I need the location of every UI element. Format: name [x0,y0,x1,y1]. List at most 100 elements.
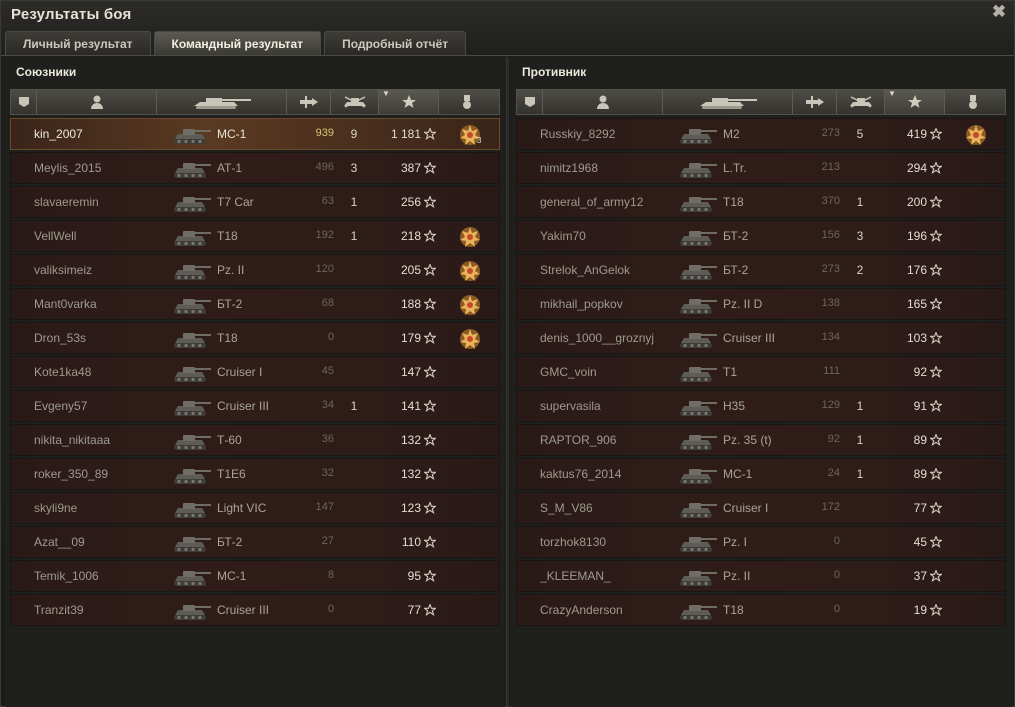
titlebar: Результаты боя ✖ [1,1,1014,27]
header-medals[interactable] [439,90,495,114]
tank-icon [675,326,719,352]
header-player[interactable] [543,90,663,114]
player-name: kaktus76_2014 [540,467,622,481]
tank-name: Pz. I [723,535,748,549]
xp-value: 103 [906,331,927,345]
player-row[interactable]: Mant0varka БТ-2 68 188 [10,288,500,320]
sort-arrow-icon: ▼ [888,89,896,98]
header-tank[interactable] [663,90,793,114]
tank-icon [169,224,213,250]
player-row[interactable]: _KLEEMAN_ Pz. II 0 37 [516,560,1006,592]
tab-bar: Личный результат Командный результат Под… [5,31,467,55]
tank-name: Pz. II [217,263,245,277]
header-xp[interactable]: ▼ [379,89,439,114]
damage-icon [299,94,319,110]
close-icon[interactable]: ✖ [991,3,1007,21]
frags-value: 1 [856,195,864,209]
player-row[interactable]: roker_350_89 T1E6 32 132 [10,458,500,490]
frags-icon [848,94,874,110]
star-icon [422,297,438,311]
tank-name: БТ-2 [217,535,243,549]
medal-icon[interactable] [458,327,482,351]
player-row[interactable]: Dron_53s T18 0 179 [10,322,500,354]
player-name: skyli9ne [34,501,78,515]
star-icon [422,229,438,243]
frags-value: 5 [856,127,864,141]
tab-team-result[interactable]: Командный результат [153,31,322,55]
tank-name: МС-1 [217,569,247,583]
xp-value: 89 [913,467,927,481]
player-name: RAPTOR_906 [540,433,617,447]
tank-icon [169,326,213,352]
player-row[interactable]: skyli9ne Light VIC 147 123 [10,492,500,524]
player-row[interactable]: Yakim70 БТ-2 156 3 196 [516,220,1006,252]
player-row[interactable]: Evgeny57 Cruiser III 34 1 141 [10,390,500,422]
player-row[interactable]: S_M_V86 Cruiser I 172 77 [516,492,1006,524]
tank-name: Pz. II D [723,297,763,311]
player-row[interactable]: denis_1000__groznyj Cruiser III 134 103 [516,322,1006,354]
player-row[interactable]: kaktus76_2014 МС-1 24 1 89 [516,458,1006,490]
damage-value: 273 [821,127,840,139]
player-row[interactable]: nikita_nikitaaa Т-60 36 132 [10,424,500,456]
player-row[interactable]: nimitz1968 L.Tr. 213 294 [516,152,1006,184]
player-row[interactable]: Temik_1006 МС-1 8 95 [10,560,500,592]
tank-name: МС-1 [723,467,753,481]
tank-name: H35 [723,399,746,413]
medal-icon[interactable] [458,259,482,283]
frags-value: 1 [350,195,358,209]
header-medals[interactable] [945,90,1001,114]
sort-arrow-icon: ▼ [382,89,390,98]
header-player[interactable] [37,90,157,114]
player-row[interactable]: CrazyAnderson T18 0 19 [516,594,1006,626]
frags-icon [342,94,368,110]
star-icon [928,161,944,175]
player-row[interactable]: Meylis_2015 АТ-1 496 3 387 [10,152,500,184]
player-row[interactable]: mikhail_popkov Pz. II D 138 165 [516,288,1006,320]
player-row[interactable]: Russkiy_8292 M2 273 5 419 [516,118,1006,150]
medal-icon[interactable] [458,293,482,317]
player-row[interactable]: RAPTOR_906 Pz. 35 (t) 92 1 89 [516,424,1006,456]
player-name: roker_350_89 [34,467,109,481]
allies-rows: kin_2007 МС-1 939 9 1 181 3 Meylis_2015 АТ-1 496… [10,118,500,628]
header-xp[interactable]: ▼ [885,89,945,114]
player-row[interactable]: Tranzit39 Cruiser III 0 77 [10,594,500,626]
xp-value: 147 [400,365,421,379]
tab-detailed-report[interactable]: Подробный отчёт [324,31,467,55]
player-row[interactable]: Kote1ka48 Cruiser I 45 147 [10,356,500,388]
player-row[interactable]: general_of_army12 T18 370 1 200 [516,186,1006,218]
player-row[interactable]: supervasila H35 129 1 91 [516,390,1006,422]
player-row[interactable]: slavaeremin T7 Car 63 1 256 [10,186,500,218]
header-damage[interactable] [793,90,837,114]
player-row[interactable]: VellWell T18 192 1 218 [10,220,500,252]
tab-personal-result[interactable]: Личный результат [5,31,151,55]
player-row[interactable]: Strelok_AnGelok БТ-2 273 2 176 [516,254,1006,286]
player-row[interactable]: GMC_voin T1 111 92 [516,356,1006,388]
player-name: VellWell [34,229,77,243]
player-row[interactable]: kin_2007 МС-1 939 9 1 181 3 [10,118,500,150]
medal-icon[interactable] [458,225,482,249]
tank-name: T18 [723,603,744,617]
tank-icon [169,360,213,386]
header-frags[interactable] [837,90,885,114]
player-name: GMC_voin [540,365,597,379]
header-damage[interactable] [287,90,331,114]
player-row[interactable]: valiksimeiz Pz. II 120 205 [10,254,500,286]
header-squad[interactable] [11,90,37,114]
tank-icon [169,258,213,284]
medal-icon[interactable] [964,123,988,147]
tank-name: БТ-2 [217,297,243,311]
squad-icon [523,95,537,109]
player-row[interactable]: torzhok8130 Pz. I 0 45 [516,526,1006,558]
header-tank[interactable] [157,90,287,114]
header-frags[interactable] [331,90,379,114]
tank-name: L.Tr. [723,161,747,175]
player-row[interactable]: Azat__09 БТ-2 27 110 [10,526,500,558]
xp-value: 95 [407,569,421,583]
frags-value: 3 [350,161,358,175]
star-icon [928,263,944,277]
allies-column-header: ▼ [10,89,500,115]
xp-value: 256 [400,195,421,209]
xp-value: 37 [913,569,927,583]
header-squad[interactable] [517,90,543,114]
star-icon [422,331,438,345]
